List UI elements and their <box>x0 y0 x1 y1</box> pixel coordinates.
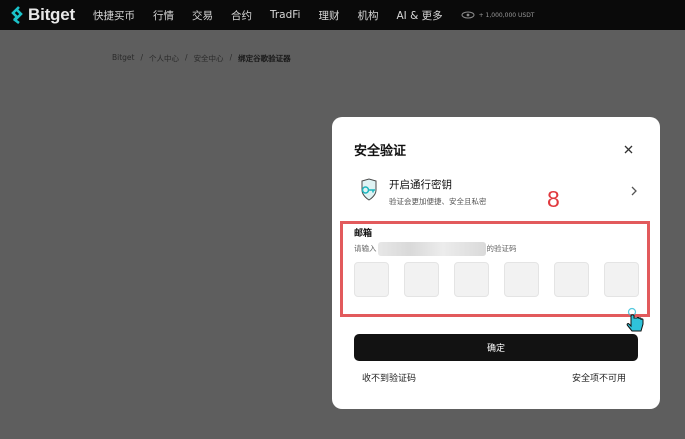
passkey-title: 开启通行密钥 <box>389 179 452 191</box>
masked-email <box>377 242 486 256</box>
close-button[interactable] <box>620 141 636 157</box>
nav-item-quick-buy[interactable]: 快捷买币 <box>93 8 135 23</box>
nav-item-futures[interactable]: 合约 <box>231 8 252 23</box>
promo-icon <box>461 11 475 19</box>
breadcrumb-item-security[interactable]: 安全中心 <box>194 53 224 64</box>
code-digit-box[interactable] <box>554 262 589 297</box>
top-nav: Bitget 快捷买币 行情 交易 合约 TradFi 理财 机构 AI & 更… <box>0 0 685 30</box>
email-hint: 请输入 的验证码 <box>354 242 517 256</box>
email-label: 邮箱 <box>354 229 373 239</box>
nav-item-trade[interactable]: 交易 <box>192 8 213 23</box>
code-digit-box[interactable] <box>604 262 639 297</box>
logo-text: Bitget <box>28 5 75 24</box>
email-hint-prefix: 请输入 <box>354 244 377 253</box>
close-icon <box>624 145 632 153</box>
breadcrumb-item-profile[interactable]: 个人中心 <box>149 53 179 64</box>
nav-item-institutional[interactable]: 机构 <box>357 8 378 23</box>
nav-item-ai-more[interactable]: AI & 更多 <box>396 8 442 23</box>
email-code-input <box>354 262 639 297</box>
nav-item-tradfi[interactable]: TradFi <box>270 9 300 21</box>
bitget-logo[interactable]: Bitget <box>10 5 75 25</box>
breadcrumb: Bitget / 个人中心 / 安全中心 / 绑定谷歌验证器 <box>112 53 291 64</box>
breadcrumb-current: 绑定谷歌验证器 <box>238 54 291 63</box>
code-digit-box[interactable] <box>404 262 439 297</box>
nav-item-markets[interactable]: 行情 <box>153 8 174 23</box>
chevron-right-icon <box>631 186 637 196</box>
bitget-logo-icon <box>11 6 23 24</box>
breadcrumb-separator: / <box>229 53 233 62</box>
breadcrumb-separator: / <box>185 53 188 62</box>
enable-passkey-option[interactable]: 开启通行密钥 验证会更加便捷、安全且私密 <box>354 175 638 209</box>
breadcrumb-separator: / <box>140 53 144 62</box>
security-item-unavailable-link[interactable]: 安全项不可用 <box>572 371 626 384</box>
code-digit-box[interactable] <box>504 262 539 297</box>
confirm-button[interactable]: 确定 <box>354 334 638 361</box>
promo-text: + 1,000,000 USDT <box>478 11 535 19</box>
promo-banner[interactable]: + 1,000,000 USDT <box>461 11 535 19</box>
passkey-shield-icon <box>361 178 377 201</box>
breadcrumb-item-home[interactable]: Bitget <box>112 53 135 64</box>
code-digit-box[interactable] <box>354 262 389 297</box>
no-code-received-link[interactable]: 收不到验证码 <box>362 371 416 384</box>
security-verification-modal: 安全验证 开启通行密钥 验证会更加便捷、安全且私密 8 邮箱 请输入 的验证码 <box>332 117 660 409</box>
code-digit-box[interactable] <box>454 262 489 297</box>
modal-title: 安全验证 <box>354 144 407 159</box>
email-hint-suffix: 的验证码 <box>486 244 517 253</box>
hand-cursor-icon <box>626 307 644 332</box>
step-number-annotation: 8 <box>547 186 560 212</box>
nav-item-earn[interactable]: 理财 <box>318 8 339 23</box>
passkey-subtitle: 验证会更加便捷、安全且私密 <box>389 197 487 206</box>
